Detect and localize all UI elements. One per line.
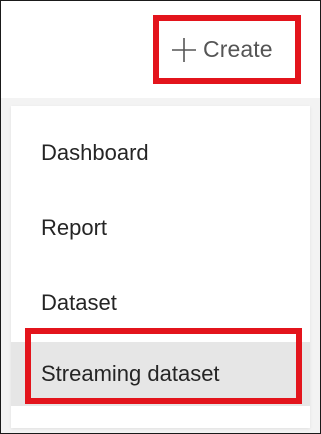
menu-item-dashboard[interactable]: Dashboard: [11, 123, 310, 183]
create-menu-list: Dashboard Report Dataset Streaming datas…: [11, 106, 310, 428]
menu-item-streaming-dataset[interactable]: Streaming dataset: [11, 342, 310, 406]
create-button-label: Create: [203, 36, 273, 62]
plus-icon: [171, 37, 197, 63]
top-bar: Create: [1, 1, 320, 98]
menu-item-dataset[interactable]: Dataset: [11, 273, 310, 333]
menu-item-report[interactable]: Report: [11, 198, 310, 258]
create-menu-screenshot: Create Dashboard Report Dataset Streamin…: [0, 0, 321, 434]
create-button[interactable]: Create: [153, 15, 301, 84]
create-dropdown: Dashboard Report Dataset Streaming datas…: [1, 98, 320, 433]
